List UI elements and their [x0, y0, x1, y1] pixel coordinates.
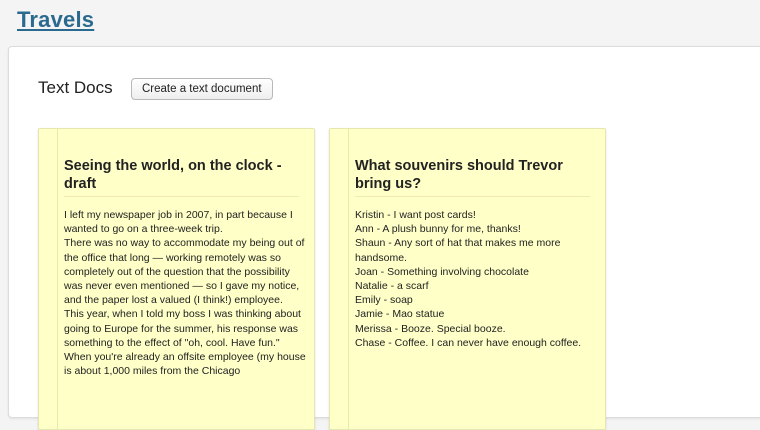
document-line: Chase - Coffee. I can never have enough … — [355, 336, 582, 349]
margin-line — [57, 129, 58, 429]
document-body: I left my newspaper job in 2007, in part… — [64, 208, 306, 378]
document-line: Natalie - a scarf — [355, 280, 429, 293]
document-line: Emily - soap — [355, 294, 413, 307]
document-line: Kristin - I want post cards! — [355, 209, 476, 221]
project-title-link[interactable]: Travels — [17, 7, 94, 33]
document-line: Merissa - Booze. Special booze. — [355, 322, 506, 335]
document-title: What souvenirs should Trevor bring us? — [355, 158, 563, 192]
document-line: Ann - A plush bunny for me, thanks! — [355, 223, 521, 236]
document-paragraph: This year, when I told my boss I was thi… — [64, 308, 301, 349]
ruled-line — [64, 196, 299, 197]
ruled-line — [355, 196, 590, 197]
document-title: Seeing the world, on the clock - draft — [64, 158, 282, 192]
documents-panel: Text Docs Create a text document Seeing … — [8, 46, 760, 430]
section-title: Text Docs — [38, 78, 113, 97]
document-paragraph: There was no way to accommodate my being… — [64, 237, 305, 307]
document-body: Kristin - I want post cards! Ann - A plu… — [355, 208, 597, 350]
document-card-2[interactable]: What souvenirs should Trevor bring us? K… — [329, 128, 606, 430]
document-paragraph: I left my newspaper job in 2007, in part… — [64, 209, 293, 236]
margin-line — [348, 129, 349, 429]
document-line: Jamie - Mao statue — [355, 308, 445, 321]
project-header: Travels — [0, 0, 760, 48]
document-line: Shaun - Any sort of hat that makes me mo… — [355, 237, 561, 264]
document-paragraph: When you're already an offsite employee … — [64, 351, 306, 378]
create-text-document-button[interactable]: Create a text document — [131, 78, 273, 100]
document-line: Joan - Something involving chocolate — [355, 265, 529, 278]
document-card-1[interactable]: Seeing the world, on the clock - draft I… — [38, 128, 315, 430]
